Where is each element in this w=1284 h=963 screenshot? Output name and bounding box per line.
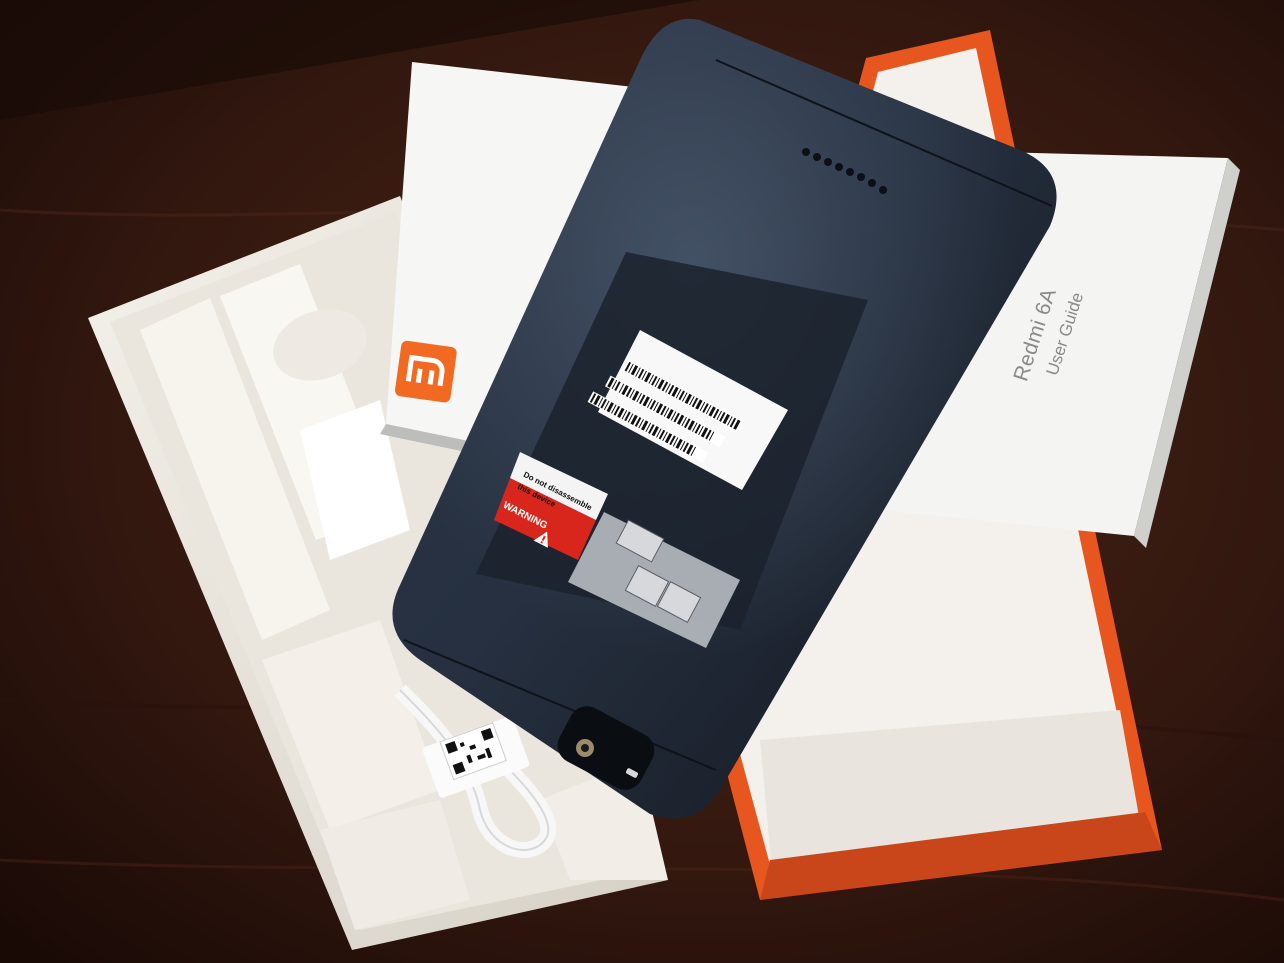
scene-illustration <box>0 0 1284 963</box>
camera-icon <box>576 739 594 757</box>
mi-logo-icon <box>394 340 457 403</box>
photo-scene: Redmi 6A User Guide WARNING Do not disas… <box>0 0 1284 963</box>
